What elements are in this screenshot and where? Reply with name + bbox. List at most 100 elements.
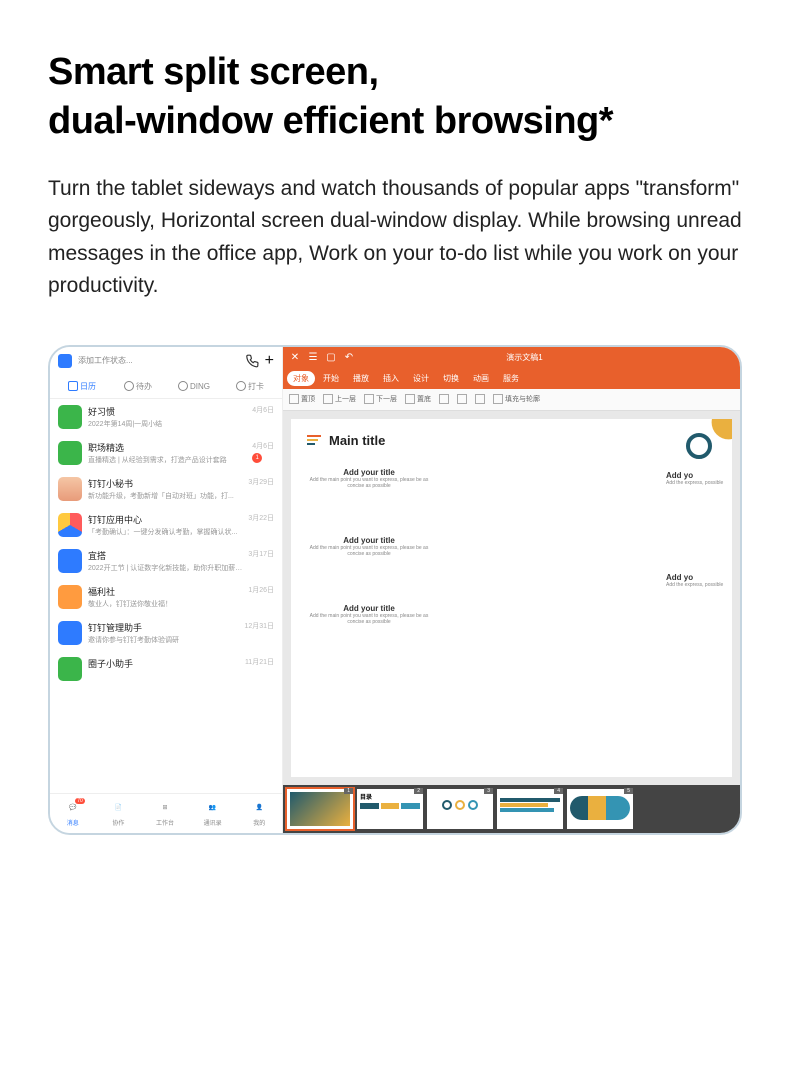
- chat-tabs: 日历 待办 DING 打卡: [50, 375, 282, 399]
- chat-item[interactable]: 圈子小助手11月21日: [50, 651, 282, 687]
- unread-badge: 1: [252, 453, 262, 463]
- chat-item-time: 4月6日: [252, 441, 274, 451]
- chat-item[interactable]: 钉钉小秘书新功能升级，考勤新增「自动对班」功能，打... 3月29日: [50, 471, 282, 507]
- chat-item-title: 钉钉管理助手: [88, 621, 238, 634]
- body-text: Turn the tablet sideways and watch thous…: [48, 173, 742, 303]
- avatar-icon: [58, 585, 82, 609]
- slide-thumbnail[interactable]: 4: [497, 789, 563, 829]
- tool-icon: [364, 394, 374, 404]
- briefcase-icon: [515, 574, 529, 588]
- status-text[interactable]: 添加工作状态...: [78, 355, 239, 366]
- slide-thumbnails: 1 目录234 5: [283, 785, 740, 833]
- chat-item[interactable]: 好习惯2022年第14周|一周小结4月6日: [50, 399, 282, 435]
- thumbnail-number: 2: [414, 788, 423, 794]
- chat-item-subtitle: 邀请你参与钉钉考勤体验调研: [88, 635, 238, 645]
- add-icon[interactable]: +: [265, 352, 274, 370]
- avatar-icon: [58, 477, 82, 501]
- ribbon-tab[interactable]: 插入: [377, 371, 405, 386]
- avatar-icon: [58, 513, 82, 537]
- slide-thumbnail[interactable]: 5: [567, 789, 633, 829]
- nav-通讯录[interactable]: 👥 通讯录: [204, 800, 222, 827]
- slide-thumbnail[interactable]: 目录2: [357, 789, 423, 829]
- avatar-icon: [58, 549, 82, 573]
- toolbar-button[interactable]: [439, 394, 449, 404]
- nav-消息[interactable]: 💬消息70: [65, 800, 81, 827]
- save-icon[interactable]: ▢: [325, 352, 337, 364]
- ribbon-tab[interactable]: 设计: [407, 371, 435, 386]
- chat-app-pane: 添加工作状态... + 日历 待办 DING 打卡 好习惯2022年第14周|一…: [50, 347, 283, 833]
- nav-label: 工作台: [156, 818, 174, 827]
- phone-icon[interactable]: [245, 354, 259, 368]
- tab-ding[interactable]: DING: [166, 381, 222, 391]
- nav-icon: 👥: [205, 800, 221, 816]
- chat-item-subtitle: 直播精选 | 从经验到需求，打造产品设计套路: [88, 455, 246, 465]
- chat-item-subtitle: 「考勤确认」：一键分发确认考勤，掌握确认状...: [88, 527, 242, 537]
- nav-label: 消息: [67, 818, 79, 827]
- tool-icon: [493, 394, 503, 404]
- ribbon-tab[interactable]: 服务: [497, 371, 525, 386]
- chat-item-subtitle: 敬业人，钉钉送你敬业福！: [88, 599, 242, 609]
- chat-item[interactable]: 职场精选直播精选 | 从经验到需求，打造产品设计套路4月6日1: [50, 435, 282, 471]
- slide-thumbnail[interactable]: 3: [427, 789, 493, 829]
- chat-list: 好习惯2022年第14周|一周小结4月6日职场精选直播精选 | 从经验到需求，打…: [50, 399, 282, 793]
- nav-icon: 👤: [251, 800, 267, 816]
- toolbar-button[interactable]: [475, 394, 485, 404]
- chat-item-subtitle: 2022开工节 | 认证数字化新技能，助你升职加薪>>: [88, 563, 242, 573]
- status-indicator[interactable]: [58, 354, 72, 368]
- slide-thumbnail[interactable]: 1: [287, 789, 353, 829]
- tools-icon: [515, 506, 529, 520]
- menu-bars-icon: [307, 435, 321, 445]
- nav-我的[interactable]: 👤 我的: [251, 800, 267, 827]
- ribbon-tab[interactable]: 切换: [437, 371, 465, 386]
- menu-icon[interactable]: ☰: [307, 352, 319, 364]
- tool-icon: [475, 394, 485, 404]
- chat-item-time: 12月31日: [244, 621, 274, 631]
- nav-label: 我的: [253, 818, 265, 827]
- chat-item[interactable]: 钉钉应用中心「考勤确认」：一键分发确认考勤，掌握确认状...3月22日: [50, 507, 282, 543]
- slide-decoration: [688, 419, 732, 463]
- ribbon-toolbar: 置顶上一层下一层置底 填充与轮廓: [283, 389, 740, 411]
- chat-header: 添加工作状态... +: [50, 347, 282, 375]
- chat-item-subtitle: 新功能升级，考勤新增「自动对班」功能，打...: [88, 491, 242, 501]
- slide-canvas-area: Main title Add your titleAdd the main po…: [283, 411, 740, 785]
- nav-label: 协作: [112, 818, 124, 827]
- ribbon-tab[interactable]: 动画: [467, 371, 495, 386]
- nav-工作台[interactable]: ⊞工作台: [156, 800, 174, 827]
- tablet-mockup: 添加工作状态... + 日历 待办 DING 打卡 好习惯2022年第14周|一…: [48, 345, 742, 835]
- chat-item-time: 3月29日: [248, 477, 274, 487]
- chat-item-time: 1月26日: [248, 585, 274, 595]
- toolbar-button[interactable]: [457, 394, 467, 404]
- tool-icon: [439, 394, 449, 404]
- toolbar-button[interactable]: 上一层: [323, 394, 356, 404]
- ribbon-tab[interactable]: 播放: [347, 371, 375, 386]
- tool-icon: [457, 394, 467, 404]
- ribbon-tab[interactable]: 对象: [287, 371, 315, 386]
- chat-item-title: 圈子小助手: [88, 657, 239, 670]
- arrows-diagram: Add your titleAdd the main point you wan…: [307, 462, 716, 682]
- nav-协作[interactable]: 📄协作: [110, 800, 126, 827]
- toolbar-button[interactable]: 置顶: [289, 394, 315, 404]
- chat-item-title: 福利社: [88, 585, 242, 598]
- undo-icon[interactable]: ↶: [343, 352, 355, 364]
- thumbnail-number: 1: [344, 788, 353, 794]
- chat-item-title: 钉钉应用中心: [88, 513, 242, 526]
- chat-item[interactable]: 宜搭2022开工节 | 认证数字化新技能，助你升职加薪>>3月17日: [50, 543, 282, 579]
- chat-item-title: 钉钉小秘书: [88, 477, 242, 490]
- thumbnail-number: 5: [624, 788, 633, 794]
- tab-clock[interactable]: 打卡: [222, 381, 278, 392]
- chat-item[interactable]: 福利社敬业人，钉钉送你敬业福！ 1月26日: [50, 579, 282, 615]
- toolbar-button[interactable]: 置底: [405, 394, 431, 404]
- ribbon-tab[interactable]: 开始: [317, 371, 345, 386]
- toolbar-button[interactable]: 填充与轮廓: [493, 394, 540, 404]
- tab-calendar[interactable]: 日历: [54, 381, 110, 392]
- toolbar-button[interactable]: 下一层: [364, 394, 397, 404]
- tool-icon: [289, 394, 299, 404]
- nav-label: 通讯录: [204, 818, 222, 827]
- close-icon[interactable]: ✕: [289, 352, 301, 364]
- slide[interactable]: Main title Add your titleAdd the main po…: [291, 419, 732, 777]
- chat-item[interactable]: 钉钉管理助手邀请你参与钉钉考勤体验调研 12月31日: [50, 615, 282, 651]
- tool-icon: [323, 394, 333, 404]
- headline: Smart split screen, dual-window efficien…: [48, 48, 742, 147]
- ribbon-tabs: 对象开始播放插入设计切换动画服务: [283, 369, 740, 389]
- tab-todo[interactable]: 待办: [110, 381, 166, 392]
